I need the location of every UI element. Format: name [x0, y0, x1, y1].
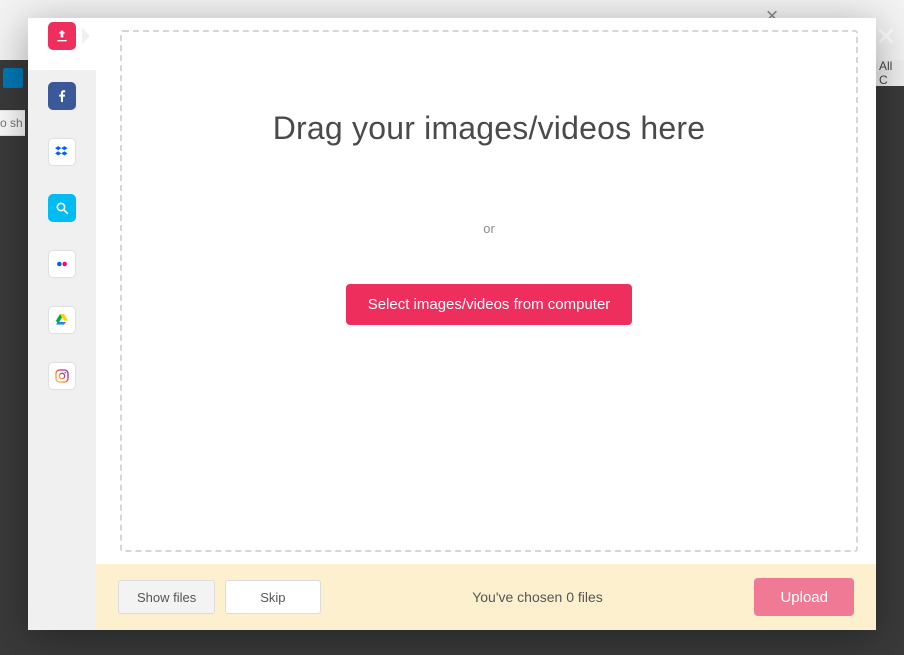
background-hint-text: o sh	[0, 110, 25, 136]
dropzone-container: Drag your images/videos here or Select i…	[96, 18, 876, 564]
sidebar-item-upload-wrap	[28, 18, 96, 70]
instagram-icon	[54, 368, 70, 384]
skip-button[interactable]: Skip	[225, 580, 320, 614]
sidebar-item-gdrive[interactable]	[48, 306, 76, 334]
select-files-button[interactable]: Select images/videos from computer	[346, 284, 633, 325]
files-chosen-status: You've chosen 0 files	[331, 589, 745, 605]
flickr-icon	[54, 256, 70, 272]
upload-main: Drag your images/videos here or Select i…	[96, 18, 876, 630]
linkedin-icon	[3, 68, 23, 88]
dropzone-or-text: or	[483, 221, 495, 236]
sidebar-item-facebook[interactable]	[48, 82, 76, 110]
upload-icon	[54, 28, 70, 44]
sidebar-item-flickr[interactable]	[48, 250, 76, 278]
source-sidebar	[28, 18, 96, 630]
gdrive-icon	[54, 312, 70, 328]
sidebar-item-upload[interactable]	[48, 22, 76, 50]
search-icon	[54, 200, 70, 216]
dropzone-title: Drag your images/videos here	[273, 110, 705, 147]
sidebar-item-search[interactable]	[48, 194, 76, 222]
dropzone[interactable]: Drag your images/videos here or Select i…	[120, 30, 858, 552]
upload-modal: Drag your images/videos here or Select i…	[28, 18, 876, 630]
upload-button[interactable]: Upload	[754, 578, 854, 616]
dropbox-icon	[54, 144, 70, 160]
sidebar-item-dropbox[interactable]	[48, 138, 76, 166]
upload-footer: Show files Skip You've chosen 0 files Up…	[96, 564, 876, 630]
sidebar-item-instagram[interactable]	[48, 362, 76, 390]
background-all-button: All C	[874, 60, 904, 86]
close-icon[interactable]	[872, 22, 900, 50]
show-files-button[interactable]: Show files	[118, 580, 215, 614]
facebook-icon	[54, 88, 70, 104]
